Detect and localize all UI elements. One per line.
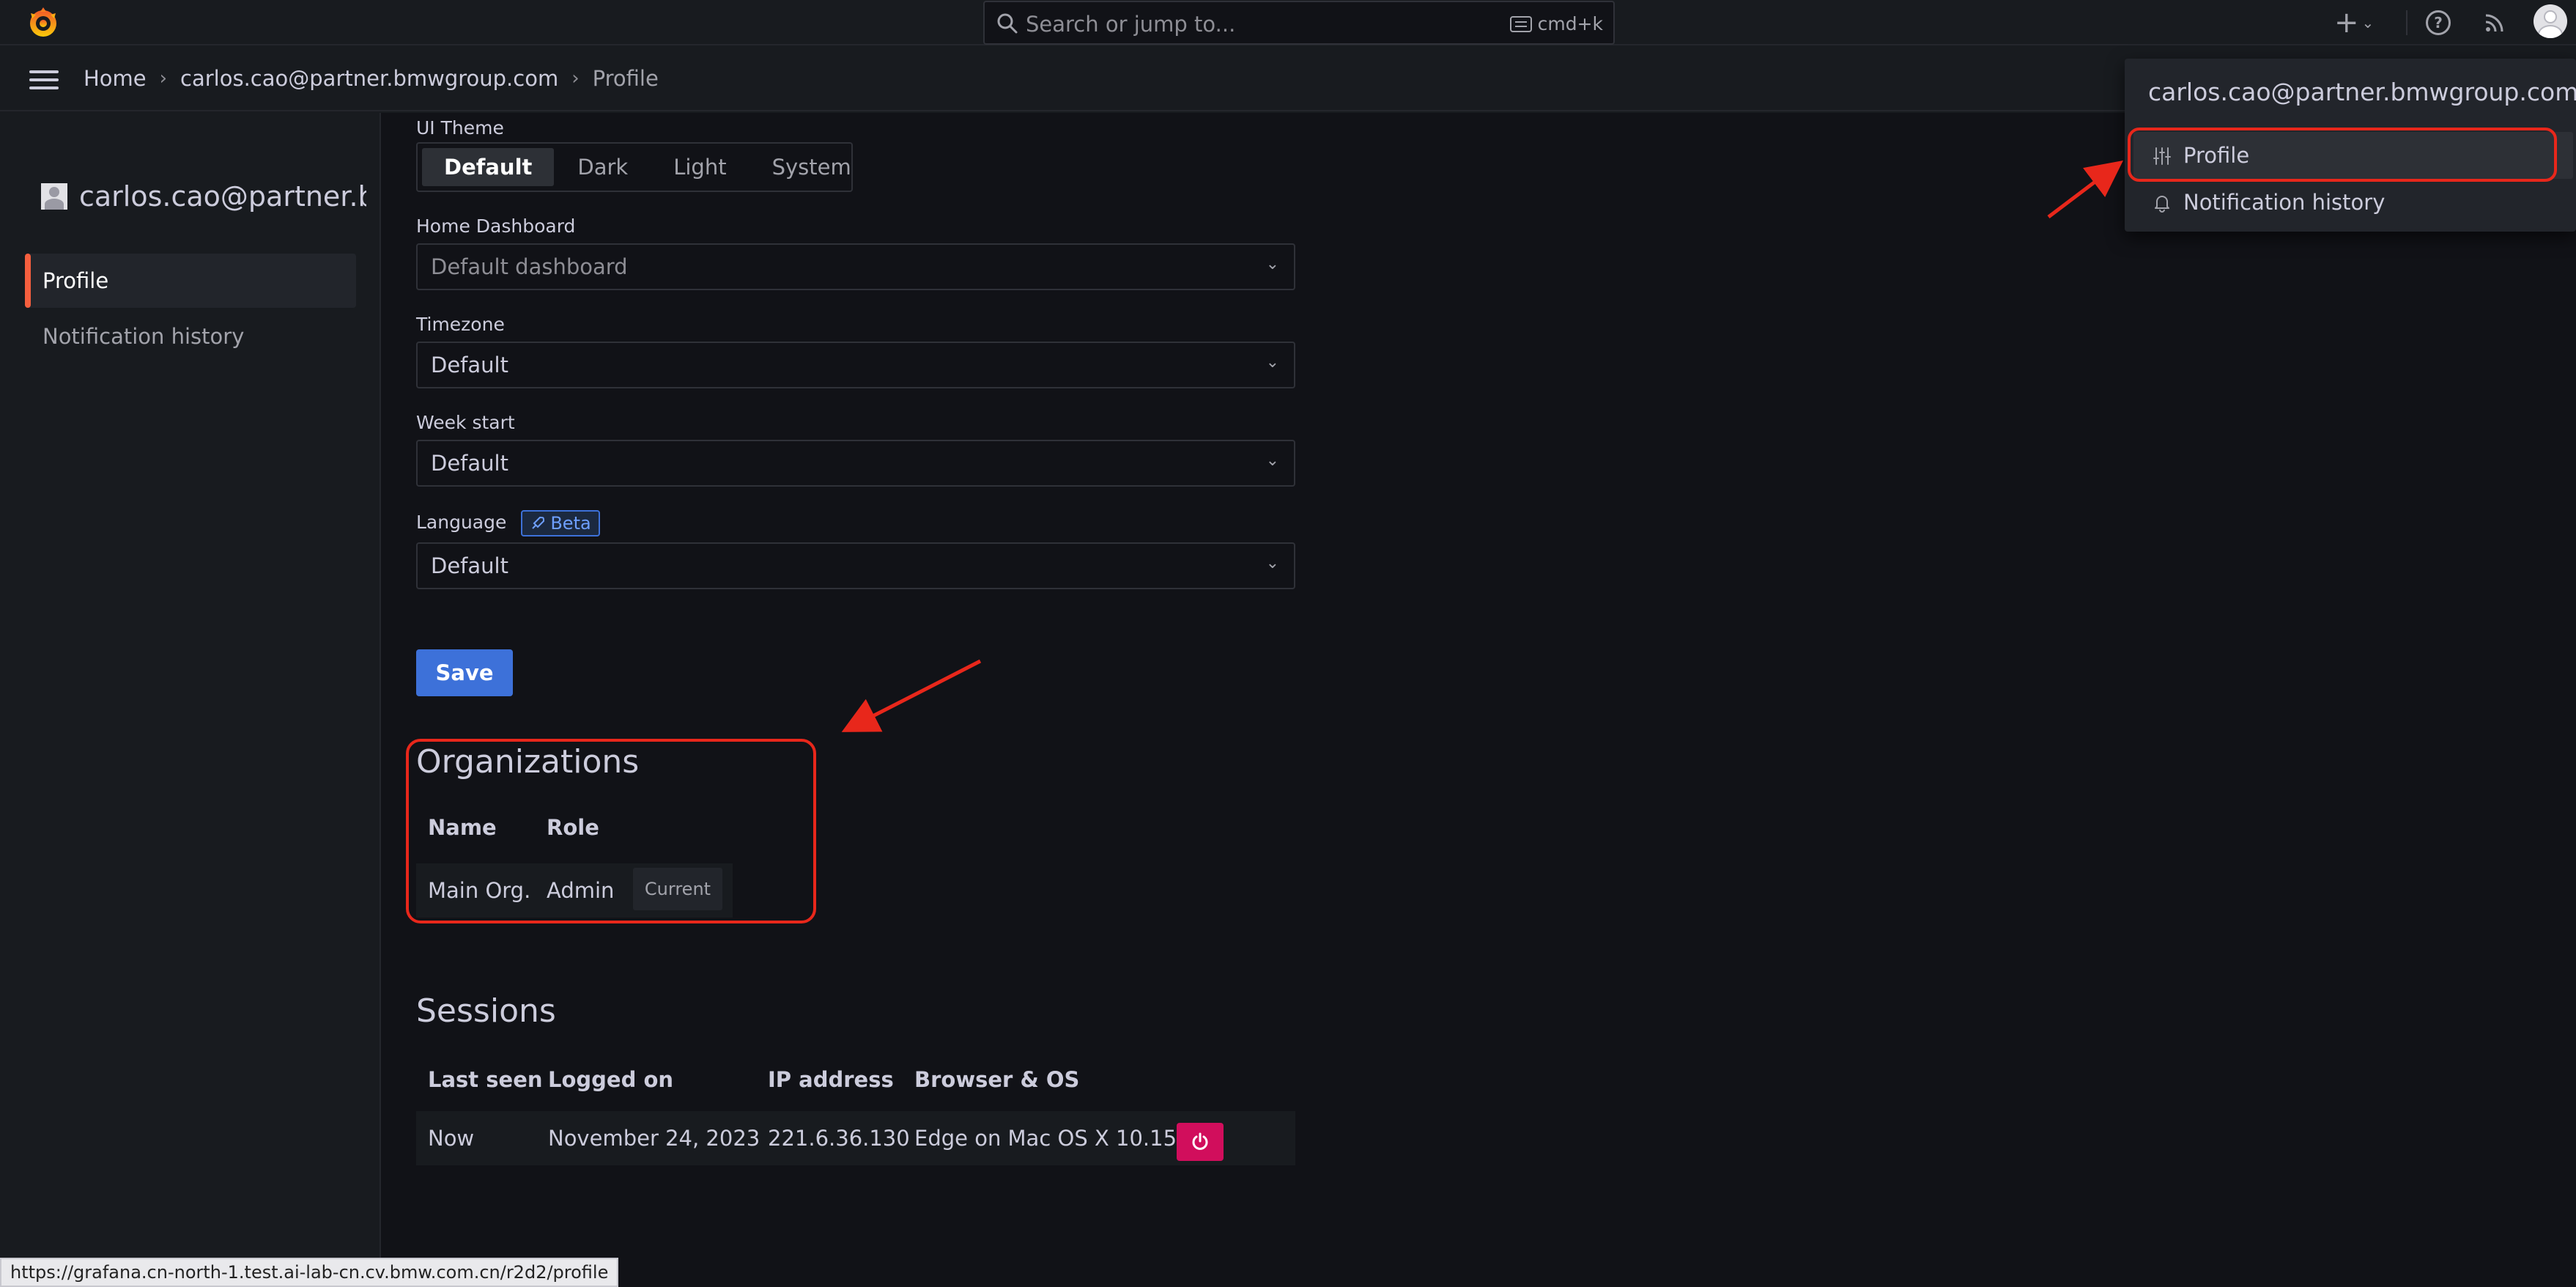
home-dashboard-value: Default dashboard [431, 254, 628, 279]
search-icon [997, 13, 1018, 34]
chevron-down-icon: ⌄ [1265, 255, 1279, 273]
shortcut-hint: cmd+k [1509, 13, 1603, 34]
user-icon [41, 183, 67, 210]
user-menu-item-label: Notification history [2183, 190, 2386, 215]
keyboard-icon [1509, 15, 1532, 32]
session-logged-on: November 24, 2023 [548, 1126, 760, 1151]
avatar[interactable] [2534, 4, 2567, 38]
breadcrumb-user[interactable]: carlos.cao@partner.bmwgroup.com [180, 66, 558, 91]
plus-icon: + [2334, 6, 2359, 40]
language-value: Default [431, 553, 508, 578]
session-browser-os: Edge on Mac OS X 10.15 [914, 1126, 1177, 1151]
session-last-seen: Now [428, 1126, 475, 1151]
search-input[interactable]: Search or jump to... cmd+k [983, 1, 1615, 45]
main-content: UI Theme Default Dark Light System Home … [381, 113, 2576, 1287]
session-ip: 221.6.36.130 [768, 1126, 910, 1151]
grafana-logo-icon[interactable] [26, 6, 60, 40]
chevron-down-icon: ⌄ [2361, 14, 2375, 32]
status-url: https://grafana.cn-north-1.test.ai-lab-c… [0, 1258, 619, 1287]
rss-icon[interactable] [2482, 10, 2507, 35]
home-dashboard-select[interactable]: Default dashboard ⌄ [416, 243, 1295, 290]
week-start-label: Week start [416, 412, 515, 433]
week-start-value: Default [431, 451, 508, 476]
timezone-value: Default [431, 353, 508, 377]
chevron-right-icon: › [571, 67, 580, 89]
menu-icon[interactable] [29, 70, 59, 89]
sidebar-item-notification-history[interactable]: Notification history [25, 309, 356, 364]
bell-icon [2155, 196, 2169, 213]
shortcut-label: cmd+k [1537, 13, 1603, 34]
chevron-down-icon: ⌄ [1265, 353, 1279, 372]
user-menu-item-notification-history[interactable]: Notification history [2133, 179, 2573, 226]
session-column-browser-os: Browser & OS [914, 1067, 1080, 1092]
beta-label: Beta [550, 513, 591, 534]
theme-option-dark[interactable]: Dark [555, 148, 650, 186]
sidebar-user-name: carlos.cao@partner.bmwgroup.com [79, 180, 366, 213]
power-icon [1192, 1132, 1208, 1150]
theme-option-default[interactable]: Default [422, 148, 555, 186]
language-select[interactable]: Default ⌄ [416, 542, 1295, 589]
toolbar-divider [2406, 10, 2407, 35]
week-start-select[interactable]: Default ⌄ [416, 440, 1295, 487]
help-icon[interactable]: ? [2426, 10, 2451, 35]
rocket-icon [532, 516, 545, 529]
chevron-down-icon: ⌄ [1265, 451, 1279, 470]
home-dashboard-label: Home Dashboard [416, 215, 576, 237]
theme-option-light[interactable]: Light [651, 148, 748, 186]
top-bar: Search or jump to... cmd+k + ⌄ ? [0, 0, 2576, 45]
sidebar-item-profile[interactable]: Profile [25, 254, 356, 308]
language-label-row: Language Beta [416, 510, 600, 536]
breadcrumb-current: Profile [592, 66, 659, 91]
annotation-organizations-highlight [406, 739, 816, 923]
search-placeholder: Search or jump to... [1026, 12, 1236, 37]
chevron-down-icon: ⌄ [1265, 554, 1279, 572]
timezone-select[interactable]: Default ⌄ [416, 342, 1295, 388]
user-menu-title: carlos.cao@partner.bmwgroup.com [2148, 78, 2576, 106]
language-label: Language [416, 512, 507, 533]
save-button[interactable]: Save [416, 649, 513, 696]
session-column-ip: IP address [768, 1067, 894, 1092]
revoke-session-button[interactable] [1177, 1123, 1224, 1161]
chevron-right-icon: › [159, 67, 168, 89]
ui-theme-label: UI Theme [416, 117, 504, 139]
session-column-last-seen: Last seen [428, 1067, 543, 1092]
theme-option-system[interactable]: System [750, 148, 873, 186]
sidebar-user: carlos.cao@partner.bmwgroup.com [41, 180, 366, 213]
ui-theme-radio-group: Default Dark Light System [416, 142, 853, 192]
breadcrumb: Home › carlos.cao@partner.bmwgroup.com ›… [84, 66, 659, 91]
session-column-logged-on: Logged on [548, 1067, 674, 1092]
new-menu-button[interactable]: + ⌄ [2334, 0, 2374, 45]
sidebar: carlos.cao@partner.bmwgroup.com Profile … [0, 113, 381, 1287]
breadcrumb-home[interactable]: Home [84, 66, 147, 91]
beta-badge: Beta [521, 510, 600, 536]
sessions-title: Sessions [416, 992, 556, 1030]
annotation-profile-highlight [2128, 128, 2557, 182]
timezone-label: Timezone [416, 314, 505, 335]
